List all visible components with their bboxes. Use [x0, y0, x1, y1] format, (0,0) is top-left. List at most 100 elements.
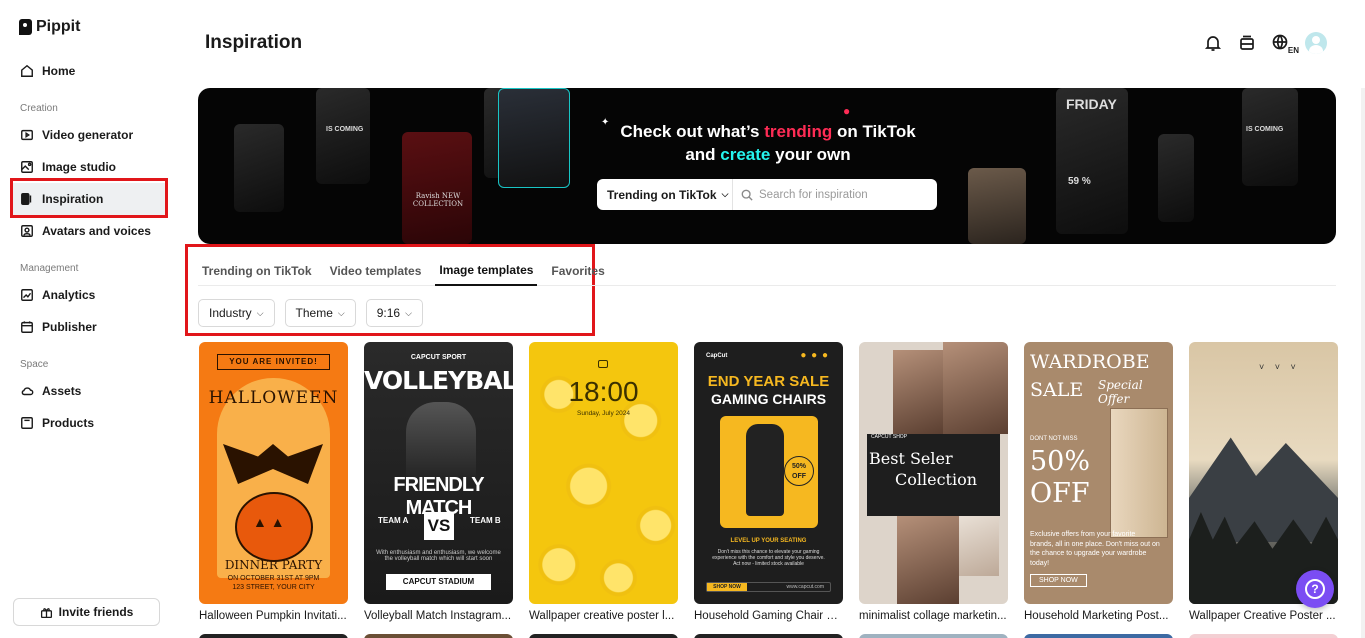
app-root: Pippit Home Creation Video generator Ima… — [0, 0, 1365, 638]
thumb-text: 50% OFF — [784, 456, 814, 486]
filter-label: Industry — [209, 306, 252, 320]
sidebar-item-label: Inspiration — [42, 192, 104, 206]
thumb-text: SHOP NOW — [707, 583, 747, 591]
template-caption: Wallpaper Creative Poster ... — [1189, 610, 1336, 622]
template-card[interactable]: YOU ARE INVITED! HALLOWEEN DINNER PARTY … — [199, 342, 348, 622]
tab-video-templates[interactable]: Video templates — [326, 255, 426, 286]
thumb-text: DONT NOT MISS — [1030, 436, 1078, 442]
filter-bar: Industry ⌵ Theme ⌵ 9:16 ⌵ — [198, 299, 423, 327]
video-generator-icon — [20, 128, 34, 142]
thumb-text: Collection — [895, 470, 978, 489]
section-label-creation: Creation — [20, 103, 58, 114]
template-thumbnail: ˅ ˅ ˅ — [1189, 342, 1338, 604]
template-card[interactable]: 18:00 Sunday, July 2024 Wallpaper creati… — [529, 342, 678, 622]
banner-phone-caption: 59 % — [1068, 176, 1091, 187]
thumb-text: CapCut — [706, 353, 728, 359]
bell-icon[interactable] — [1203, 33, 1223, 53]
heading-text: your own — [770, 145, 851, 164]
thumb-text: Sunday, July 2024 — [577, 410, 630, 417]
thumb-text: DINNER PARTY — [224, 558, 323, 572]
template-card-peek — [859, 634, 1008, 638]
thumb-text: TEAM B — [470, 516, 501, 525]
banner-phone-image: IS COMING — [1242, 88, 1298, 186]
app-logo[interactable]: Pippit — [19, 18, 80, 36]
collage-photo — [897, 516, 959, 604]
banner-heading: Check out what’s trending on TikTok and … — [598, 120, 938, 166]
template-caption: Volleyball Match Instagram... — [364, 610, 512, 622]
sidebar-item-image-studio[interactable]: Image studio — [12, 151, 168, 183]
sidebar-item-label: Avatars and voices — [42, 224, 151, 238]
sidebar-item-inspiration[interactable]: Inspiration — [12, 183, 168, 215]
sidebar-item-publisher[interactable]: Publisher — [12, 311, 168, 343]
thumb-text: 50% — [1030, 446, 1091, 477]
home-icon — [20, 64, 34, 78]
sidebar-item-video-generator[interactable]: Video generator — [12, 119, 168, 151]
inspiration-icon — [20, 192, 34, 206]
template-thumbnail: CapCut ● ● ● END YEAR SALE GAMING CHAIRS… — [694, 342, 843, 604]
tab-trending-on-tiktok[interactable]: Trending on TikTok — [198, 255, 316, 286]
sidebar-item-assets[interactable]: Assets — [12, 375, 168, 407]
sidebar-item-analytics[interactable]: Analytics — [12, 279, 168, 311]
shop-bar: SHOP NOW www.capcut.com — [706, 582, 831, 592]
theme-filter-dropdown[interactable]: Theme ⌵ — [284, 299, 356, 327]
thumb-text: VOLLEYBALL — [364, 366, 513, 395]
avatar[interactable] — [1305, 32, 1327, 54]
thumb-title: 50% OFF — [1030, 446, 1090, 510]
inbox-icon[interactable] — [1237, 33, 1257, 53]
chevron-down-icon: ⌵ — [337, 307, 345, 318]
thumb-text: GAMING CHAIRS — [710, 391, 827, 407]
app-name: Pippit — [36, 18, 81, 35]
template-card[interactable]: CAPCUT SPORT VOLLEYBALL FRIENDLY MATCH T… — [364, 342, 513, 622]
search-input[interactable] — [759, 188, 929, 201]
search-scope-dropdown[interactable]: Trending on TikTok ⌵ — [597, 179, 733, 210]
page-scrollbar[interactable] — [1361, 88, 1365, 638]
search-icon — [741, 189, 753, 201]
template-thumbnail: CAPCUT SHOP Best Seler Collection — [859, 342, 1008, 604]
sidebar-item-label: Publisher — [42, 320, 97, 334]
template-card-peek — [694, 634, 843, 638]
industry-filter-dropdown[interactable]: Industry ⌵ — [198, 299, 275, 327]
thumb-text: 18:00 — [568, 376, 639, 407]
collage-photo — [893, 350, 943, 434]
next-row-peek — [199, 634, 1338, 638]
section-label-space: Space — [20, 359, 49, 370]
image-studio-icon — [20, 160, 34, 174]
page-title: Inspiration — [205, 32, 303, 53]
aspect-ratio-filter-dropdown[interactable]: 9:16 ⌵ — [365, 299, 423, 327]
banner-phone-caption: FRIDAY — [1066, 96, 1117, 112]
thumb-text: Special Offer — [1098, 378, 1143, 406]
filter-label: Theme — [295, 306, 333, 320]
banner-phone-image: Ravish NEW COLLECTION — [402, 132, 472, 244]
sidebar-item-home[interactable]: Home — [12, 55, 168, 87]
template-card[interactable]: CapCut ● ● ● END YEAR SALE GAMING CHAIRS… — [694, 342, 843, 622]
chevron-down-icon: ⌵ — [405, 307, 412, 318]
banner-phone-caption: IS COMING — [1246, 126, 1284, 133]
tab-favorites[interactable]: Favorites — [547, 255, 608, 286]
invite-friends-button[interactable]: Invite friends — [13, 598, 160, 626]
sidebar-item-label: Home — [42, 64, 76, 78]
chevron-down-icon: ⌵ — [256, 307, 264, 318]
collage-photo — [943, 342, 1008, 434]
calendar-icon — [20, 320, 34, 334]
thumb-text: SHOP NOW — [1030, 574, 1087, 587]
language-globe-icon[interactable]: EN — [1271, 33, 1299, 55]
sidebar-item-label: Assets — [42, 384, 82, 398]
template-card[interactable]: WARDROBE SALE Special Offer DONT NOT MISS… — [1024, 342, 1173, 622]
collage-photo — [959, 516, 999, 576]
sidebar-item-avatars-and-voices[interactable]: Avatars and voices — [12, 215, 168, 247]
thumb-text: CAPCUT SHOP — [871, 434, 908, 440]
banner-phone-image — [968, 168, 1026, 244]
chevron-down-icon: ⌵ — [721, 189, 729, 199]
template-caption: Wallpaper creative poster l... — [529, 610, 675, 622]
tab-image-templates[interactable]: Image templates — [435, 255, 538, 286]
template-caption: minimalist collage marketin... — [859, 610, 1007, 622]
template-card[interactable]: CAPCUT SHOP Best Seler Collection minimal… — [859, 342, 1008, 622]
heading-text: and — [685, 145, 721, 164]
template-thumbnail: CAPCUT SPORT VOLLEYBALL FRIENDLY MATCH T… — [364, 342, 513, 604]
inspiration-search-bar: Trending on TikTok ⌵ — [597, 179, 937, 210]
lock-icon — [598, 360, 608, 368]
sidebar-item-products[interactable]: Products — [12, 407, 168, 439]
gift-icon — [40, 607, 52, 618]
hero-banner: IS COMING Ravish NEW COLLECTION FRIDAY 59… — [198, 88, 1336, 244]
help-button[interactable]: ? — [1296, 570, 1334, 608]
